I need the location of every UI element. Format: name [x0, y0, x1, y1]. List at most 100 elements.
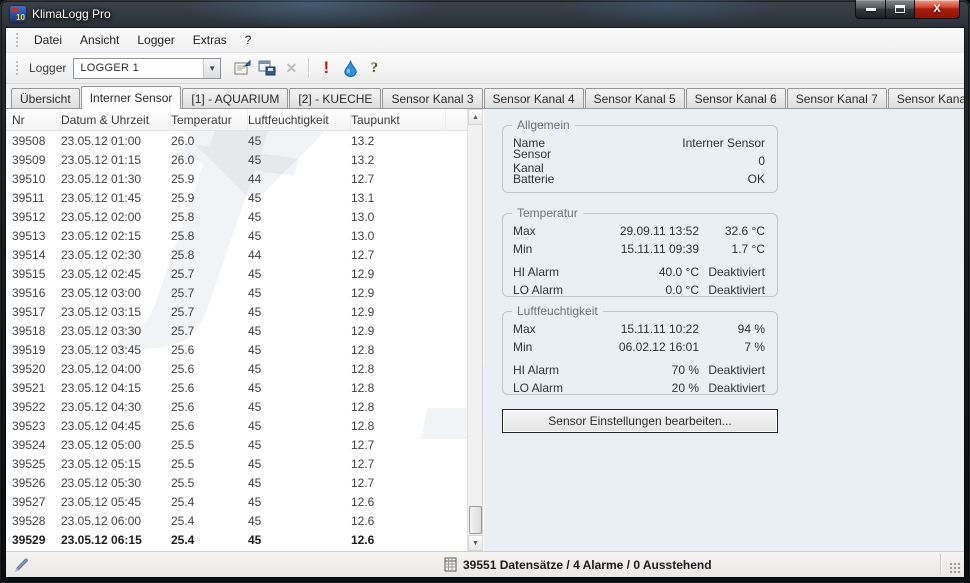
- table-cell: 39526: [6, 476, 61, 490]
- table-row[interactable]: 3952223.05.12 04:3025.64512.8: [6, 397, 467, 416]
- table-row[interactable]: 3951223.05.12 02:0025.84513.0: [6, 207, 467, 226]
- scroll-up-button[interactable]: ▲: [468, 109, 483, 125]
- table-body: 3950823.05.12 01:0026.04513.23950923.05.…: [6, 131, 467, 551]
- tab-sensor-kanal-4[interactable]: Sensor Kanal 4: [484, 88, 584, 108]
- table-row[interactable]: 3951023.05.12 01:3025.94412.7: [6, 169, 467, 188]
- help-button[interactable]: ?: [362, 56, 386, 80]
- window-title: KlimaLogg Pro: [32, 7, 111, 21]
- table-cell: 23.05.12 04:00: [61, 362, 171, 376]
- scroll-down-button[interactable]: ▼: [468, 535, 483, 551]
- table-row[interactable]: 3952623.05.12 05:3025.54512.7: [6, 473, 467, 492]
- field-value: Deaktiviert: [699, 265, 765, 279]
- panel-row: Min06.02.12 16:017 %: [503, 338, 777, 356]
- table-row[interactable]: 3952123.05.12 04:1525.64512.8: [6, 378, 467, 397]
- column-header-2[interactable]: Datum & Uhrzeit: [61, 109, 171, 130]
- table-cell: 45: [248, 438, 351, 452]
- table-cell: 45: [248, 419, 351, 433]
- app-window: 10 KlimaLogg Pro X DateiAnsichtLoggerExt…: [0, 0, 970, 583]
- table-cell: 39523: [6, 419, 61, 433]
- table-cell: 39525: [6, 457, 61, 471]
- panel-row: HI Alarm40.0 °CDeaktiviert: [503, 263, 777, 281]
- field-label: Min: [513, 242, 583, 256]
- table-cell: 12.8: [351, 362, 446, 376]
- table-row[interactable]: 3951323.05.12 02:1525.84513.0: [6, 226, 467, 245]
- column-header-1[interactable]: Nr: [6, 109, 61, 130]
- table-row[interactable]: 3952923.05.12 06:1525.44512.6: [6, 530, 467, 549]
- tab-sensor-kanal-7[interactable]: Sensor Kanal 7: [787, 88, 887, 108]
- titlebar-glow: [180, 0, 440, 28]
- table-cell: 39516: [6, 286, 61, 300]
- table-cell: 25.8: [171, 248, 248, 262]
- field-mid-value: 29.09.11 13:52: [583, 224, 699, 238]
- table-cell: 23.05.12 05:30: [61, 476, 171, 490]
- table-row[interactable]: 3951423.05.12 02:3025.84412.7: [6, 245, 467, 264]
- tab--2-kueche[interactable]: [2] - KUECHE: [289, 88, 381, 108]
- table-row[interactable]: 3952523.05.12 05:1525.54512.7: [6, 454, 467, 473]
- column-header-5[interactable]: Taupunkt: [351, 109, 446, 130]
- client-area: DateiAnsichtLoggerExtras? Logger LOGGER …: [6, 28, 964, 577]
- alarm-button[interactable]: !: [314, 56, 338, 80]
- table-cell: 39511: [6, 191, 61, 205]
- table-cell: 45: [248, 305, 351, 319]
- menu-item-[interactable]: ?: [236, 30, 261, 50]
- minimize-button[interactable]: [855, 0, 886, 19]
- table-cell: 23.05.12 03:00: [61, 286, 171, 300]
- scrollbar-thumb[interactable]: [469, 506, 482, 534]
- menu-item-extras[interactable]: Extras: [184, 30, 236, 50]
- export-save-button[interactable]: [255, 56, 279, 80]
- table-cell: 13.1: [351, 191, 446, 205]
- panel-row: HI Alarm70 %Deaktiviert: [503, 361, 777, 379]
- table-cell: 12.9: [351, 286, 446, 300]
- table-row[interactable]: 3951123.05.12 01:4525.94513.1: [6, 188, 467, 207]
- table-cell: 25.6: [171, 400, 248, 414]
- table-cell: 45: [248, 134, 351, 148]
- menu-item-ansicht[interactable]: Ansicht: [71, 30, 128, 50]
- table-cell: 23.05.12 02:45: [61, 267, 171, 281]
- properties-button[interactable]: [231, 56, 255, 80]
- table-row[interactable]: 3952323.05.12 04:4525.64512.8: [6, 416, 467, 435]
- edit-sensor-settings-button[interactable]: Sensor Einstellungen bearbeiten...: [502, 409, 778, 433]
- table-cell: 12.7: [351, 476, 446, 490]
- tab-sensor-kanal-3[interactable]: Sensor Kanal 3: [382, 88, 482, 108]
- table-cell: 13.2: [351, 153, 446, 167]
- resize-grip[interactable]: [949, 562, 961, 574]
- title-bar[interactable]: 10 KlimaLogg Pro X: [0, 0, 970, 28]
- table-cell: 25.6: [171, 362, 248, 376]
- humidity-button[interactable]: [338, 56, 362, 80]
- menu-item-datei[interactable]: Datei: [25, 30, 71, 50]
- table-scrollbar[interactable]: ▲ ▼: [467, 109, 482, 551]
- table-row[interactable]: 3952023.05.12 04:0025.64512.8: [6, 359, 467, 378]
- chevron-down-icon: ▼: [203, 59, 220, 78]
- field-value: Deaktiviert: [699, 363, 765, 377]
- tab-sensor-kanal-5[interactable]: Sensor Kanal 5: [585, 88, 685, 108]
- table-cell: 39510: [6, 172, 61, 186]
- table-cell: 45: [248, 457, 351, 471]
- table-cell: 39515: [6, 267, 61, 281]
- menu-item-logger[interactable]: Logger: [128, 30, 183, 50]
- table-row[interactable]: 3952423.05.12 05:0025.54512.7: [6, 435, 467, 454]
- table-row[interactable]: 3951523.05.12 02:4525.74512.9: [6, 264, 467, 283]
- tab--1-aquarium[interactable]: [1] - AQUARIUM: [182, 88, 288, 108]
- maximize-button[interactable]: [886, 0, 915, 19]
- table-row[interactable]: 3951823.05.12 03:3025.74512.9: [6, 321, 467, 340]
- tab-interner-sensor[interactable]: Interner Sensor: [81, 86, 182, 109]
- table-row[interactable]: 3951723.05.12 03:1525.74512.9: [6, 302, 467, 321]
- tab-sensor-kanal-8[interactable]: Sensor Kanal 8: [888, 88, 964, 108]
- table-row[interactable]: 3950823.05.12 01:0026.04513.2: [6, 131, 467, 150]
- table-cell: 45: [248, 153, 351, 167]
- table-cell: 23.05.12 01:15: [61, 153, 171, 167]
- tab-sensor-kanal-6[interactable]: Sensor Kanal 6: [686, 88, 786, 108]
- table-row[interactable]: 3952823.05.12 06:0025.44512.6: [6, 511, 467, 530]
- logger-select[interactable]: LOGGER 1 ▼: [73, 58, 221, 79]
- tab--bersicht[interactable]: Übersicht: [11, 88, 80, 108]
- table-cell: 23.05.12 03:30: [61, 324, 171, 338]
- table-row[interactable]: 3951623.05.12 03:0025.74512.9: [6, 283, 467, 302]
- close-button[interactable]: X: [915, 0, 960, 19]
- table-row[interactable]: 3952723.05.12 05:4525.44512.6: [6, 492, 467, 511]
- column-header-3[interactable]: Temperatur: [171, 109, 248, 130]
- table-row[interactable]: 3950923.05.12 01:1526.04513.2: [6, 150, 467, 169]
- column-header-4[interactable]: Luftfeuchtigkeit: [248, 109, 351, 130]
- toolbar-grip-icon: [15, 60, 20, 76]
- table-row[interactable]: 3951923.05.12 03:4525.64512.8: [6, 340, 467, 359]
- table-cell: 12.8: [351, 400, 446, 414]
